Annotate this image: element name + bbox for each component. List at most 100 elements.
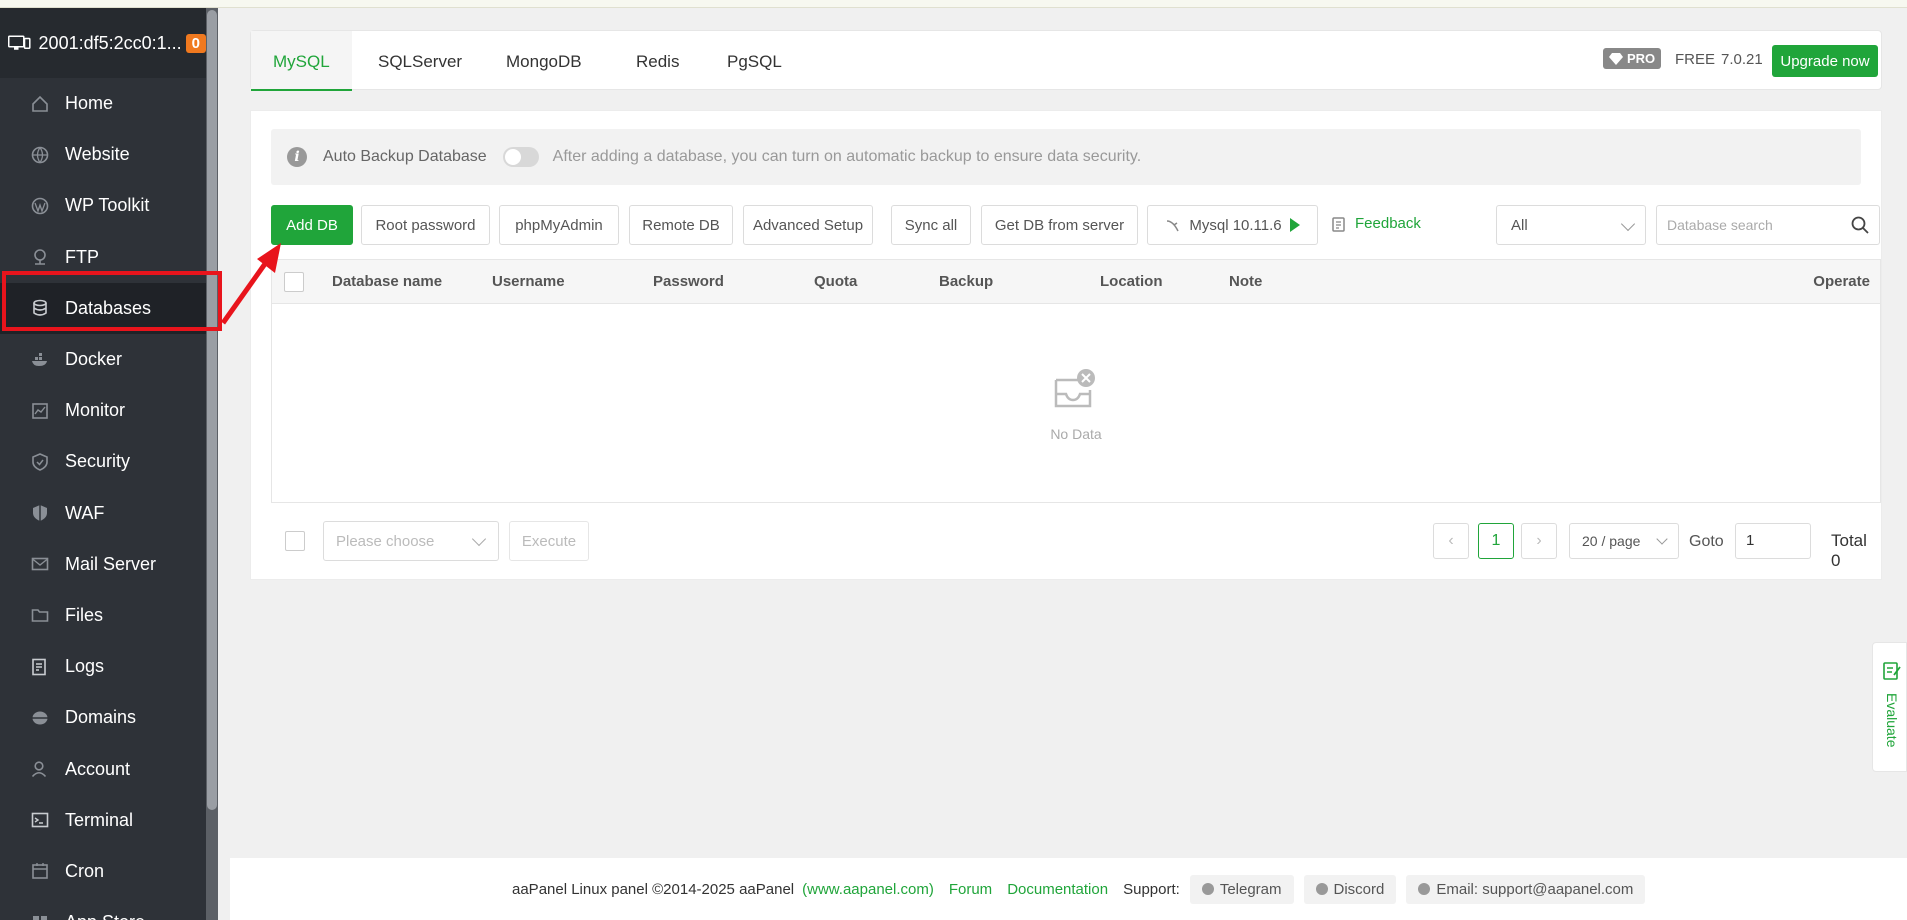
sidebar-item-files[interactable]: Files — [0, 590, 206, 641]
sidebar-item-label: Files — [65, 604, 104, 625]
shield-icon — [30, 452, 50, 472]
sidebar-item-label: Home — [65, 93, 114, 114]
sidebar-scrollbar[interactable] — [206, 8, 218, 920]
tab-sqlserver[interactable]: SQLServer — [378, 31, 462, 91]
mysql-version-label: Mysql 10.11.6 — [1189, 216, 1282, 234]
remote-db-button[interactable]: Remote DB — [629, 205, 733, 245]
footer-forum-link[interactable]: Forum — [949, 881, 992, 898]
mysql-version-button[interactable]: Mysql 10.11.6 — [1147, 205, 1318, 245]
discord-button[interactable]: Discord — [1303, 874, 1397, 904]
panel-version: 7.0.21 — [1721, 51, 1763, 68]
globe-icon — [30, 145, 50, 165]
upgrade-now-button[interactable]: Upgrade now — [1772, 45, 1878, 77]
domains-icon — [30, 708, 50, 728]
sidebar-item-label: Account — [65, 758, 131, 779]
empty-state: No Data — [272, 304, 1880, 502]
sidebar-item-cron[interactable]: Cron — [0, 846, 206, 897]
sidebar-item-label: Logs — [65, 656, 105, 677]
advanced-setup-button[interactable]: Advanced Setup — [743, 205, 873, 245]
bulk-action-select[interactable]: Please choose — [323, 521, 499, 561]
chevron-down-icon — [1656, 533, 1668, 545]
page-number[interactable]: 1 — [1478, 523, 1514, 559]
goto-page-input[interactable]: 1 — [1735, 523, 1811, 559]
sidebar-item-monitor[interactable]: Monitor — [0, 385, 206, 436]
col-username[interactable]: Username — [492, 260, 565, 304]
col-password[interactable]: Password — [653, 260, 724, 304]
sidebar-item-terminal[interactable]: Terminal — [0, 795, 206, 846]
sync-all-button[interactable]: Sync all — [891, 205, 971, 245]
info-icon: i — [287, 147, 307, 167]
sidebar-item-mail-server[interactable]: Mail Server — [0, 539, 206, 590]
get-db-from-server-button[interactable]: Get DB from server — [981, 205, 1138, 245]
sidebar-item-home[interactable]: Home — [0, 78, 206, 129]
sidebar-item-label: Terminal — [65, 809, 134, 830]
auto-backup-tip: After adding a database, you can turn on… — [552, 148, 1142, 165]
col-operate: Operate — [1813, 273, 1870, 290]
footer-site-link[interactable]: (www.aapanel.com) — [802, 881, 934, 898]
databases-panel: i Auto Backup Database After adding a da… — [250, 110, 1882, 580]
home-icon — [30, 94, 50, 114]
col-database-name[interactable]: Database name — [332, 260, 442, 304]
sidebar-item-label: WP Toolkit — [65, 195, 150, 216]
telegram-icon — [1201, 883, 1214, 895]
server-ip: 2001:df5:2cc0:1... — [38, 32, 182, 53]
sidebar-item-security[interactable]: Security — [0, 436, 206, 487]
sidebar-item-wp-toolkit[interactable]: WP Toolkit — [0, 180, 206, 231]
sidebar-item-docker[interactable]: Docker — [0, 334, 206, 385]
sidebar-item-label: Cron — [65, 860, 105, 881]
auto-backup-notice: i Auto Backup Database After adding a da… — [271, 129, 1861, 185]
goto-label: Goto — [1689, 533, 1724, 550]
sidebar-item-waf[interactable]: WAF — [0, 488, 206, 539]
email-icon — [1418, 883, 1431, 895]
db-type-tabs: MySQL SQLServer MongoDB Redis PgSQL PRO … — [250, 30, 1882, 91]
col-location[interactable]: Location — [1100, 260, 1163, 304]
sidebar-item-website[interactable]: Website — [0, 129, 206, 180]
telegram-button[interactable]: Telegram — [1189, 874, 1294, 904]
sidebar-item-domains[interactable]: Domains — [0, 692, 206, 743]
database-filter-select[interactable]: All — [1496, 205, 1646, 245]
tab-pgsql[interactable]: PgSQL — [727, 31, 782, 91]
sidebar-item-account[interactable]: Account — [0, 743, 206, 794]
search-icon[interactable] — [1851, 216, 1869, 234]
prev-page-button[interactable]: ‹ — [1433, 523, 1469, 559]
sidebar-item-label: Domains — [65, 707, 137, 728]
email-support-button[interactable]: Email: support@aapanel.com — [1406, 874, 1646, 904]
tab-mongodb[interactable]: MongoDB — [506, 31, 582, 91]
col-note[interactable]: Note — [1229, 260, 1262, 304]
footer: aaPanel Linux panel ©2014-2025 aaPanel (… — [230, 858, 1907, 920]
edition-free: FREE — [1675, 51, 1716, 68]
sidebar-item-label: Security — [65, 451, 131, 472]
database-search-input[interactable] — [1657, 206, 1837, 244]
execute-button[interactable]: Execute — [509, 521, 589, 561]
mysql-dolphin-icon — [1167, 220, 1180, 232]
auto-backup-toggle[interactable] — [502, 147, 539, 167]
tab-mysql[interactable]: MySQL — [251, 31, 352, 91]
diamond-icon — [1609, 52, 1623, 65]
bulk-select-checkbox[interactable] — [285, 531, 305, 551]
per-page-select[interactable]: 20 / page — [1569, 523, 1679, 559]
footer-copyright: aaPanel Linux panel ©2014-2025 aaPanel — [512, 880, 795, 898]
root-password-button[interactable]: Root password — [361, 205, 490, 245]
browser-top-strip — [0, 0, 1907, 8]
sidebar: 2001:df5:2cc0:1... 0 Home Website WP Toolk… — [0, 8, 218, 920]
col-quota[interactable]: Quota — [814, 260, 857, 304]
sidebar-item-logs[interactable]: Logs — [0, 641, 206, 692]
notification-badge[interactable]: 0 — [185, 33, 206, 53]
footer-docs-link[interactable]: Documentation — [1007, 881, 1108, 898]
evaluate-tab[interactable]: Evaluate — [1872, 642, 1907, 772]
col-backup[interactable]: Backup — [939, 260, 993, 304]
feedback-link[interactable]: Feedback — [1331, 215, 1421, 232]
tab-redis[interactable]: Redis — [636, 31, 679, 91]
total-count: Total 0 — [1831, 531, 1867, 570]
sidebar-scroll-thumb[interactable] — [207, 10, 217, 810]
server-header[interactable]: 2001:df5:2cc0:1... 0 — [0, 8, 206, 78]
folder-icon — [30, 605, 50, 625]
sidebar-item-app-store[interactable]: App Store — [0, 897, 206, 920]
sidebar-item-label: WAF — [65, 502, 105, 523]
next-page-button[interactable]: › — [1521, 523, 1557, 559]
monitor-icon — [30, 401, 50, 421]
pro-badge[interactable]: PRO — [1603, 48, 1662, 69]
feedback-label: Feedback — [1355, 215, 1421, 232]
phpmyadmin-button[interactable]: phpMyAdmin — [499, 205, 619, 245]
chevron-down-icon — [1620, 216, 1636, 232]
